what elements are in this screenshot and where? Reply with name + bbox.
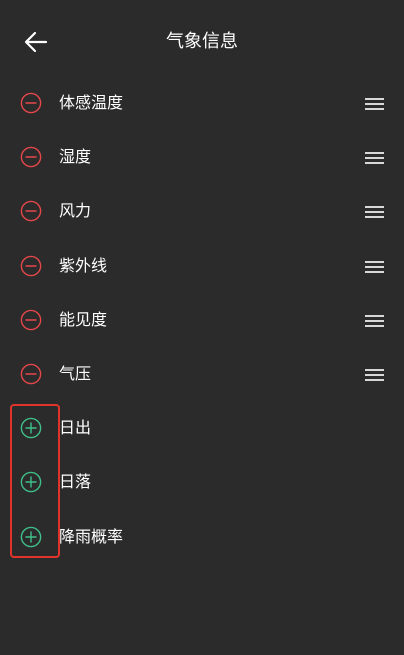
list-item-enabled: 气压	[0, 347, 404, 401]
drag-handle-icon	[365, 206, 384, 219]
add-item-button[interactable]	[20, 471, 42, 493]
add-item-button[interactable]	[20, 417, 42, 439]
item-label: 湿度	[59, 147, 92, 167]
list-item-enabled: 紫外线	[0, 239, 404, 293]
item-label: 日出	[59, 418, 92, 438]
minus-circle-icon	[20, 363, 42, 385]
item-label: 降雨概率	[59, 526, 124, 546]
drag-handle[interactable]	[365, 150, 384, 165]
list-item-available: 降雨概率	[0, 510, 404, 564]
remove-item-button[interactable]	[20, 146, 42, 168]
drag-handle-icon	[365, 369, 384, 382]
remove-item-button[interactable]	[20, 309, 42, 331]
drag-handle[interactable]	[365, 313, 384, 327]
drag-handle[interactable]	[365, 259, 384, 273]
minus-circle-icon	[20, 255, 42, 276]
item-label: 体感温度	[59, 93, 124, 113]
weather-items-list: 体感温度 湿度 风力 紫外线 能见度 气压 日出 日落 降雨概率	[0, 76, 404, 564]
drag-handle[interactable]	[365, 96, 384, 111]
plus-circle-icon	[20, 526, 42, 547]
drag-handle[interactable]	[365, 367, 384, 382]
item-label: 风力	[59, 201, 92, 221]
drag-handle[interactable]	[365, 204, 384, 219]
minus-circle-icon	[20, 146, 42, 168]
minus-circle-icon	[20, 201, 42, 222]
remove-item-button[interactable]	[20, 255, 42, 277]
plus-circle-icon	[20, 417, 42, 439]
remove-item-button[interactable]	[20, 200, 42, 222]
item-label: 日落	[59, 472, 92, 492]
drag-handle-icon	[365, 314, 384, 327]
page-title: 气象信息	[166, 31, 238, 52]
remove-item-button[interactable]	[20, 92, 42, 114]
item-label: 气压	[59, 364, 92, 384]
header-bar: 气象信息	[0, 0, 404, 84]
list-item-enabled: 能见度	[0, 293, 404, 347]
list-item-available: 日出	[0, 401, 404, 455]
item-label: 能见度	[59, 309, 108, 329]
drag-handle-icon	[365, 152, 384, 165]
plus-circle-icon	[20, 472, 42, 493]
minus-circle-icon	[20, 92, 42, 114]
drag-handle-icon	[365, 98, 384, 111]
item-label: 紫外线	[59, 255, 108, 275]
remove-item-button[interactable]	[20, 363, 42, 385]
add-item-button[interactable]	[20, 526, 42, 548]
list-item-enabled: 湿度	[0, 130, 404, 184]
drag-handle-icon	[365, 260, 384, 273]
minus-circle-icon	[20, 309, 42, 331]
list-item-enabled: 风力	[0, 184, 404, 238]
list-item-available: 日落	[0, 455, 404, 509]
list-item-enabled: 体感温度	[0, 76, 404, 130]
